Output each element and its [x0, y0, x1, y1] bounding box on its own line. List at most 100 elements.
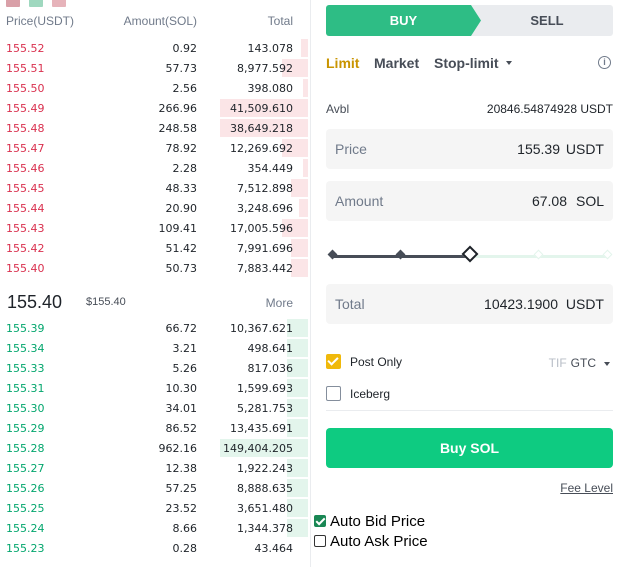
ask-row[interactable]: 155.42 51.42 7,991.696 — [0, 238, 310, 258]
ask-amount: 50.73 — [165, 262, 198, 275]
bid-row[interactable]: 155.30 34.01 5,281.753 — [0, 398, 310, 418]
bid-price: 155.24 — [6, 522, 45, 535]
bid-total: 8,888.635 — [237, 482, 293, 495]
ask-row[interactable]: 155.47 78.92 12,269.692 — [0, 138, 310, 158]
ask-depth-bar — [303, 159, 308, 177]
ask-price: 155.46 — [6, 162, 45, 175]
ask-total: 3,248.696 — [237, 202, 293, 215]
view-asks-icon[interactable] — [52, 0, 66, 7]
ask-total: 41,509.610 — [230, 102, 293, 115]
info-icon[interactable]: i — [598, 56, 611, 69]
ask-total: 7,883.442 — [237, 262, 293, 275]
tif-select[interactable]: TIF GTC — [549, 356, 610, 370]
post-only-checkbox[interactable] — [326, 354, 341, 369]
bid-price: 155.29 — [6, 422, 45, 435]
ask-price: 155.45 — [6, 182, 45, 195]
auto-bid-price-checkbox[interactable] — [314, 515, 326, 527]
bid-amount: 12.38 — [165, 462, 198, 475]
ask-price: 155.52 — [6, 42, 45, 55]
bid-row[interactable]: 155.29 86.52 13,435.691 — [0, 418, 310, 438]
ask-amount: 248.58 — [158, 122, 198, 135]
order-type-tabs: Limit Market Stop-limit i — [326, 55, 613, 73]
bid-row[interactable]: 155.27 12.38 1,922.243 — [0, 458, 310, 478]
ask-row[interactable]: 155.48 248.58 38,649.218 — [0, 118, 310, 138]
price-input[interactable]: 155.39 — [517, 141, 560, 157]
bid-price: 155.33 — [6, 362, 45, 375]
ask-row[interactable]: 155.46 2.28 354.449 — [0, 158, 310, 178]
amount-column-header: Amount(SOL) — [123, 14, 197, 28]
ask-row[interactable]: 155.44 20.90 3,248.696 — [0, 198, 310, 218]
iceberg-checkbox[interactable] — [326, 386, 341, 401]
slider-handle[interactable] — [461, 245, 478, 263]
bid-total: 1,922.243 — [237, 462, 293, 475]
amount-unit: SOL — [575, 193, 604, 209]
iceberg-label: Iceberg — [350, 387, 391, 401]
tab-sell-label: SELL — [530, 13, 564, 28]
bid-row[interactable]: 155.39 66.72 10,367.621 — [0, 318, 310, 338]
tab-limit[interactable]: Limit — [326, 55, 359, 71]
bid-amount: 0.28 — [172, 542, 198, 555]
ask-row[interactable]: 155.50 2.56 398.080 — [0, 78, 310, 98]
ask-amount: 0.92 — [172, 42, 198, 55]
order-form: SELL BUY Limit Market Stop-limit i Avbl … — [326, 0, 613, 567]
tab-market[interactable]: Market — [374, 55, 419, 71]
bid-row[interactable]: 155.33 5.26 817.036 — [0, 358, 310, 378]
ask-row[interactable]: 155.40 50.73 7,883.442 — [0, 258, 310, 278]
amount-field[interactable]: Amount 67.08 SOL — [326, 181, 613, 221]
order-book-header: Price(USDT) Amount(SOL) Total — [0, 14, 310, 32]
total-column-header: Total — [267, 14, 293, 28]
tab-stop-limit[interactable]: Stop-limit — [434, 55, 499, 71]
bid-price: 155.23 — [6, 542, 45, 555]
ask-price: 155.48 — [6, 122, 45, 135]
chevron-down-icon[interactable] — [506, 61, 512, 65]
price-field[interactable]: Price 155.39 USDT — [326, 129, 613, 169]
ask-price: 155.40 — [6, 262, 45, 275]
amount-input[interactable]: 67.08 — [532, 193, 567, 209]
total-input[interactable]: 10423.1900 — [484, 296, 558, 312]
ask-price: 155.44 — [6, 202, 45, 215]
total-label: Total — [335, 296, 365, 312]
order-book-view-toggles[interactable] — [6, 0, 75, 12]
bid-row[interactable]: 155.31 10.30 1,599.693 — [0, 378, 310, 398]
tif-value: GTC — [570, 356, 596, 370]
ask-row[interactable]: 155.51 57.73 8,977.592 — [0, 58, 310, 78]
last-price-fiat: $155.40 — [86, 296, 126, 308]
view-bids-icon[interactable] — [29, 0, 43, 7]
bid-row[interactable]: 155.24 8.66 1,344.378 — [0, 518, 310, 538]
buy-sol-button[interactable]: Buy SOL — [326, 428, 613, 468]
ask-total: 7,991.696 — [237, 242, 293, 255]
amount-slider[interactable] — [326, 245, 613, 267]
bid-amount: 8.66 — [172, 522, 198, 535]
ask-amount: 57.73 — [165, 62, 198, 75]
bid-row[interactable]: 155.28 962.16 149,404.205 — [0, 438, 310, 458]
side-tabs: SELL BUY — [326, 5, 613, 36]
auto-ask-price-checkbox[interactable] — [314, 535, 326, 547]
bid-price: 155.39 — [6, 322, 45, 335]
more-link[interactable]: More — [266, 296, 293, 310]
ask-row[interactable]: 155.45 48.33 7,512.898 — [0, 178, 310, 198]
bid-row[interactable]: 155.26 57.25 8,888.635 — [0, 478, 310, 498]
bid-row[interactable]: 155.34 3.21 498.641 — [0, 338, 310, 358]
view-both-icon[interactable] — [6, 0, 20, 7]
ask-row[interactable]: 155.52 0.92 143.078 — [0, 38, 310, 58]
ask-amount: 266.96 — [158, 102, 198, 115]
bid-total: 498.641 — [247, 342, 294, 355]
ask-amount: 51.42 — [165, 242, 198, 255]
fee-level-link[interactable]: Fee Level — [560, 481, 613, 495]
ask-row[interactable]: 155.49 266.96 41,509.610 — [0, 98, 310, 118]
ask-row[interactable]: 155.43 109.41 17,005.596 — [0, 218, 310, 238]
price-label: Price — [335, 141, 367, 157]
ask-depth-bar — [291, 239, 308, 257]
bid-price: 155.34 — [6, 342, 45, 355]
auto-bid-price-label: Auto Bid Price — [330, 513, 426, 530]
total-field[interactable]: Total 10423.1900 USDT — [326, 284, 613, 324]
last-price-row: 155.40 $155.40 More — [0, 290, 310, 316]
total-unit: USDT — [565, 296, 604, 312]
tab-sell[interactable]: SELL — [471, 5, 613, 36]
bid-row[interactable]: 155.23 0.28 43.464 — [0, 538, 310, 558]
bid-row[interactable]: 155.25 23.52 3,651.480 — [0, 498, 310, 518]
bid-price: 155.27 — [6, 462, 45, 475]
price-column-header: Price(USDT) — [6, 14, 74, 28]
ask-depth-bar — [291, 179, 308, 197]
tab-buy[interactable]: BUY — [326, 5, 481, 36]
